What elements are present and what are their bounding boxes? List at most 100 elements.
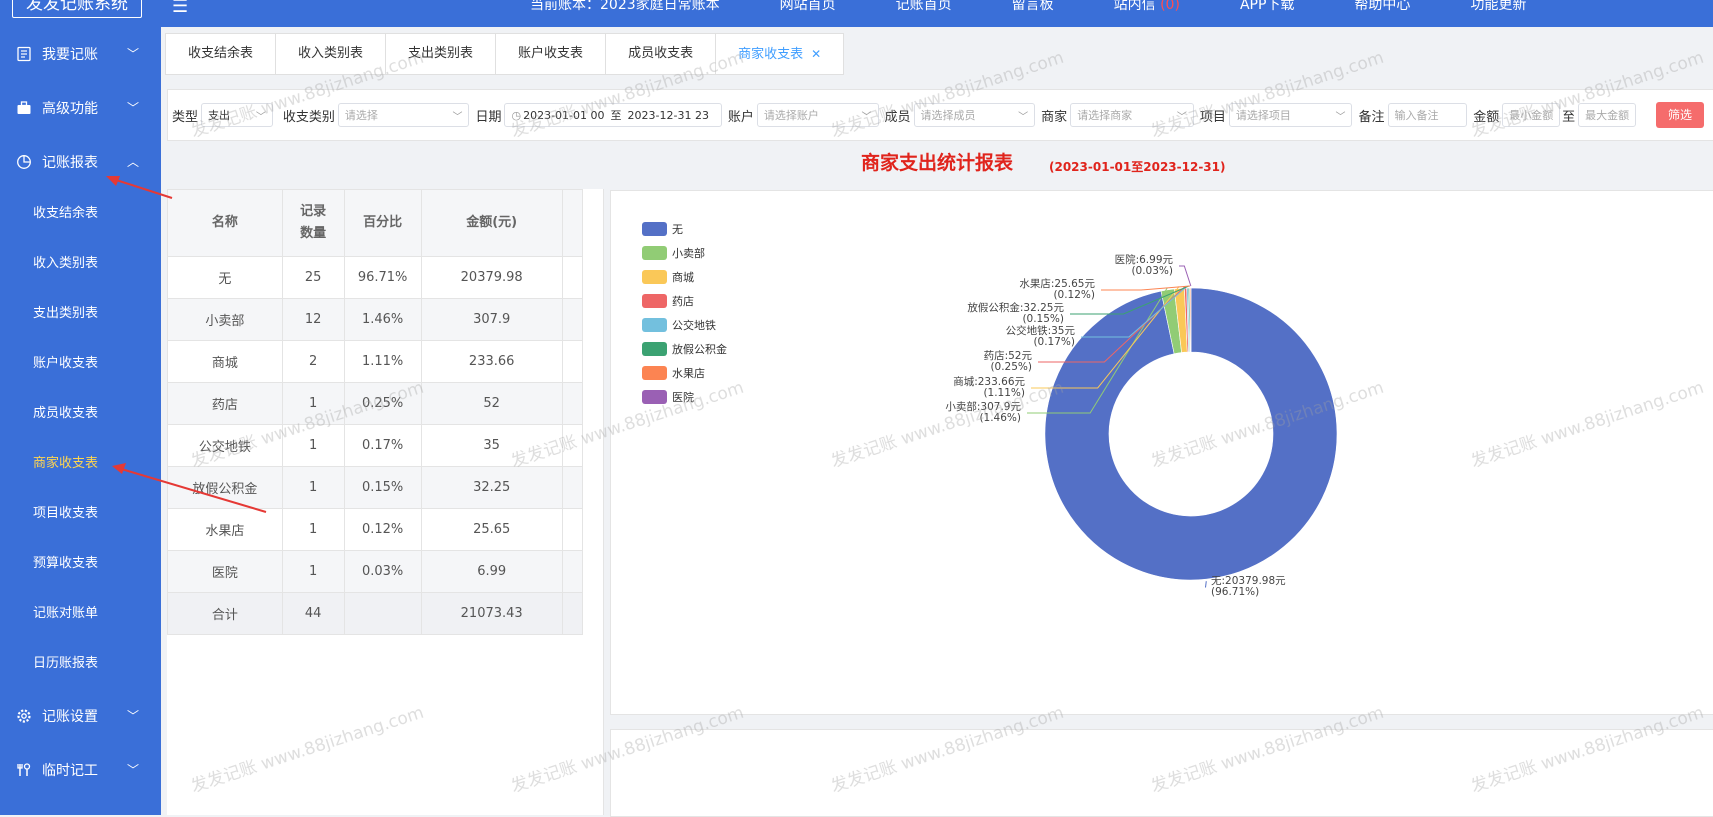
sidebar-item[interactable]: 记账对账单 bbox=[0, 589, 161, 639]
top-nav-item[interactable]: 记账首页 bbox=[896, 0, 952, 14]
table-cell: 0.15% bbox=[344, 467, 421, 509]
table-cell: 无 bbox=[168, 257, 283, 299]
merchant-select[interactable]: 请选择商家﹀ bbox=[1070, 103, 1194, 127]
sidebar-group-advanced[interactable]: 高级功能 ﹀ bbox=[0, 81, 161, 135]
table-cell: 0.17% bbox=[344, 425, 421, 467]
table-row: 小卖部121.46%307.9 bbox=[168, 299, 583, 341]
tab[interactable]: 支出类别表 bbox=[385, 33, 496, 75]
table-cell: 1 bbox=[282, 467, 344, 509]
gear-icon bbox=[16, 708, 32, 724]
sidebar-item[interactable]: 收入类别表 bbox=[0, 239, 161, 289]
chevron-down-icon: ﹀ bbox=[1335, 108, 1345, 123]
table-gutter-cell bbox=[562, 467, 582, 509]
tab[interactable]: 账户收支表 bbox=[495, 33, 606, 75]
sidebar-group-reports[interactable]: 记账报表 ︿ bbox=[0, 135, 161, 189]
table-cell: 25.65 bbox=[421, 509, 562, 551]
top-nav-item[interactable]: 帮助中心 bbox=[1354, 0, 1410, 14]
table-cell: 233.66 bbox=[421, 341, 562, 383]
chevron-down-icon: ﹀ bbox=[127, 45, 139, 62]
member-select[interactable]: 请选择成员﹀ bbox=[914, 103, 1036, 127]
tab[interactable]: 商家收支表 ✕ bbox=[715, 33, 844, 75]
slice-label: (1.11%) bbox=[983, 387, 1025, 399]
app-logo[interactable]: 发发记账系统 bbox=[12, 0, 142, 18]
top-nav-item[interactable]: 网站首页 bbox=[780, 0, 836, 14]
top-nav-label: 帮助中心 bbox=[1354, 0, 1410, 13]
project-select[interactable]: 请选择项目﹀ bbox=[1229, 103, 1353, 127]
sidebar-item[interactable]: 商家收支表 bbox=[0, 439, 161, 489]
sidebar-item[interactable]: 账户收支表 bbox=[0, 339, 161, 389]
table-cell: 1 bbox=[282, 383, 344, 425]
slice-label: (0.12%) bbox=[1053, 289, 1095, 301]
table-gutter-cell bbox=[562, 341, 582, 383]
date-end[interactable]: 2023-12-31 23 bbox=[628, 109, 709, 122]
amount-separator: 至 bbox=[1562, 106, 1575, 125]
account-select[interactable]: 请选择账户﹀ bbox=[757, 103, 879, 127]
filter-button[interactable]: 筛选 bbox=[1656, 102, 1704, 128]
date-start[interactable]: 2023-01-01 00 bbox=[523, 109, 604, 122]
sidebar-group-label: 记账设置 bbox=[42, 706, 98, 726]
slice-label: (0.25%) bbox=[990, 361, 1032, 373]
table-gutter-cell bbox=[562, 593, 582, 635]
sidebar-group-label: 高级功能 bbox=[42, 98, 98, 118]
tab-label: 商家收支表 bbox=[738, 47, 803, 62]
table-gutter-cell bbox=[562, 425, 582, 467]
amount-min-input[interactable]: 最小金额 bbox=[1502, 103, 1560, 127]
summary-table-panel: 名称 记录 数量 百分比 金额(元) 无2596.71%20379.98小卖部1… bbox=[167, 189, 604, 815]
column-header: 名称 bbox=[168, 190, 283, 257]
chevron-down-icon: ﹀ bbox=[1018, 108, 1028, 123]
sidebar-item[interactable]: 预算收支表 bbox=[0, 539, 161, 589]
table-row: 无2596.71%20379.98 bbox=[168, 257, 583, 299]
type-label: 类型 bbox=[172, 106, 198, 125]
top-nav-item[interactable]: 站内信 (0) bbox=[1114, 0, 1180, 14]
table-gutter-cell bbox=[562, 383, 582, 425]
sidebar-group-record[interactable]: 我要记账 ﹀ bbox=[0, 27, 161, 81]
sidebar-item[interactable]: 日历账报表 bbox=[0, 639, 161, 689]
sidebar-item[interactable]: 支出类别表 bbox=[0, 289, 161, 339]
member-label: 成员 bbox=[885, 106, 911, 125]
type-select-value: 支出 bbox=[208, 107, 230, 123]
tab-label: 收支结余表 bbox=[188, 46, 253, 61]
date-range-picker[interactable]: ◷ 2023-01-01 00 至 2023-12-31 23 bbox=[504, 103, 721, 127]
table-cell: 放假公积金 bbox=[168, 467, 283, 509]
chevron-down-icon: ﹀ bbox=[862, 108, 872, 123]
sidebar-item[interactable]: 成员收支表 bbox=[0, 389, 161, 439]
sidebar-subitems: 收支结余表收入类别表支出类别表账户收支表成员收支表商家收支表项目收支表预算收支表… bbox=[0, 189, 161, 689]
amount-max-placeholder: 最大金额 bbox=[1585, 107, 1629, 123]
top-nav-item[interactable]: APP下载 bbox=[1240, 0, 1294, 14]
sidebar-group-settings[interactable]: 记账设置 ﹀ bbox=[0, 689, 161, 743]
top-nav-item[interactable]: 留言板 bbox=[1012, 0, 1054, 14]
top-nav-item[interactable]: 当前账本：2023家庭日常账本 bbox=[530, 0, 720, 14]
account-label: 账户 bbox=[728, 106, 754, 125]
top-nav: 当前账本：2023家庭日常账本 网站首页 记账首页 留言板 站内信 (0) APP下载 帮助… bbox=[530, 0, 1526, 14]
pie-chart-icon bbox=[16, 154, 32, 170]
table-cell: 小卖部 bbox=[168, 299, 283, 341]
table-body: 无2596.71%20379.98小卖部121.46%307.9商城21.11%… bbox=[168, 257, 583, 635]
table-cell: 商城 bbox=[168, 341, 283, 383]
sidebar-item[interactable]: 收支结余表 bbox=[0, 189, 161, 239]
sidebar-group-temp-work[interactable]: 临时记工 ﹀ bbox=[0, 743, 161, 797]
tab[interactable]: 收支结余表 bbox=[165, 33, 276, 75]
note-placeholder: 输入备注 bbox=[1395, 107, 1439, 123]
category-select[interactable]: 请选择﹀ bbox=[338, 103, 470, 127]
table-cell: 96.71% bbox=[344, 257, 421, 299]
tab[interactable]: 成员收支表 bbox=[605, 33, 716, 75]
table-cell: 1 bbox=[282, 551, 344, 593]
menu-toggle-icon[interactable]: ☰ bbox=[172, 0, 188, 17]
report-title: 商家支出统计报表 bbox=[861, 148, 1013, 175]
report-date-range: (2023-01-01至2023-12-31) bbox=[1049, 158, 1226, 175]
sidebar-item[interactable]: 项目收支表 bbox=[0, 489, 161, 539]
sidebar: 我要记账 ﹀ 高级功能 ﹀ 记账报表 ︿ 收支结余表收入类别表支出类别表账户收支… bbox=[0, 27, 161, 815]
top-nav-label: 留言板 bbox=[1012, 0, 1054, 13]
table-cell: 0.25% bbox=[344, 383, 421, 425]
note-label: 备注 bbox=[1358, 106, 1384, 125]
type-select[interactable]: 支出﹀ bbox=[201, 103, 273, 127]
note-input[interactable]: 输入备注 bbox=[1388, 103, 1468, 127]
chevron-down-icon: ﹀ bbox=[452, 108, 462, 123]
amount-max-input[interactable]: 最大金额 bbox=[1578, 103, 1636, 127]
tab[interactable]: 收入类别表 bbox=[275, 33, 386, 75]
column-header: 百分比 bbox=[344, 190, 421, 257]
table-header-row: 名称 记录 数量 百分比 金额(元) bbox=[168, 190, 583, 257]
top-nav-item[interactable]: 功能更新 bbox=[1470, 0, 1526, 14]
close-icon[interactable]: ✕ bbox=[811, 47, 821, 61]
top-nav-label: 记账首页 bbox=[896, 0, 952, 13]
